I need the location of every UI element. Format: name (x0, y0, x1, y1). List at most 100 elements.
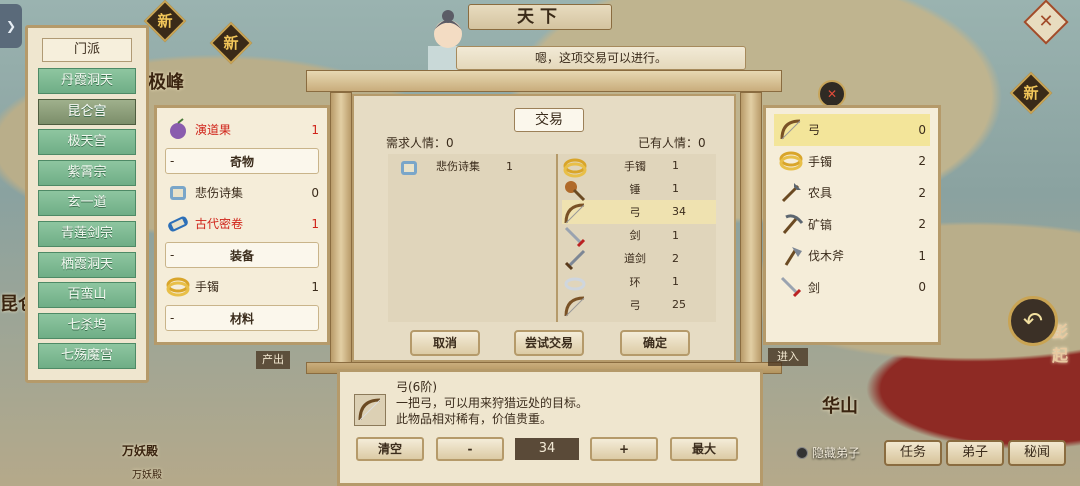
inventory-item[interactable]: 演道果 1 (165, 114, 319, 145)
secret-button[interactable]: 秘闻 (1008, 440, 1066, 466)
item-count: 1 (311, 216, 319, 231)
map-label-wanyao[interactable]: 万妖殿 (122, 442, 158, 459)
sect-item[interactable]: 七杀坞 (38, 312, 136, 339)
inventory-category-header[interactable]: - 材料 (165, 305, 319, 331)
item-name: 弓 (629, 205, 641, 219)
map-label-peak[interactable]: 极峰 (148, 68, 184, 94)
item-name: 伐木斧 (808, 249, 845, 264)
item-name: 悲伤诗集 (195, 186, 244, 200)
inventory-item[interactable]: 农具 2 (774, 177, 930, 209)
confirm-button[interactable]: 确定 (620, 330, 690, 356)
inventory-item[interactable]: 矿镐 2 (774, 209, 930, 241)
bracelet-icon (562, 155, 587, 178)
item-name: 剑 (808, 280, 821, 295)
inventory-item[interactable]: 古代密卷 1 (165, 208, 319, 239)
collapse-icon: - (170, 311, 175, 325)
inventory-category-header[interactable]: - 装备 (165, 242, 319, 268)
want-item[interactable]: 剑1 (562, 224, 716, 248)
ancient-scroll-icon (165, 211, 191, 237)
quantity-field[interactable]: 34 (515, 438, 579, 460)
inventory-item[interactable]: 手镯 2 (774, 146, 930, 178)
item-count: 2 (918, 217, 926, 232)
want-list: 手镯 1 锤 1 弓 34 剑 1 道剑 2 环 1 弓 25 (556, 154, 716, 322)
sect-item[interactable]: 七殇魔宫 (38, 343, 136, 370)
increase-button[interactable]: + (590, 437, 658, 461)
want-item[interactable]: 手镯 1 (562, 154, 716, 178)
item-count: 0 (918, 280, 926, 295)
bow-icon (354, 394, 386, 426)
item-name: 弓(6阶) (396, 380, 437, 394)
sect-item[interactable]: 丹霞洞天 (38, 68, 136, 94)
scroll-icon (396, 155, 420, 177)
toggle-indicator (796, 446, 808, 459)
inventory-item[interactable]: 弓0 (774, 114, 930, 146)
sect-item[interactable]: 青莲剑宗 (38, 220, 136, 247)
sect-item[interactable]: 栖霞洞天 (38, 251, 136, 278)
try-trade-button[interactable]: 尝试交易 (514, 330, 584, 356)
sect-item[interactable]: 玄一道 (38, 190, 136, 217)
item-count: 34 (672, 205, 686, 219)
want-item[interactable]: 弓 25 (562, 293, 716, 317)
disciple-button[interactable]: 弟子 (946, 440, 1004, 466)
sect-item[interactable]: 极天宫 (38, 129, 136, 156)
item-count: 1 (311, 279, 319, 294)
offer-item[interactable]: 悲伤诗集 1 (388, 154, 556, 178)
owned-favor-label: 已有人情：0 (638, 136, 706, 150)
output-label[interactable]: 产出 (256, 351, 290, 369)
bow-icon (562, 201, 586, 224)
map-label-wanyao-sub: 万妖殿 (132, 470, 162, 481)
item-name: 锤 (629, 182, 641, 196)
farm-tool-icon (778, 180, 804, 206)
map-close-icon[interactable]: ✕ (818, 80, 846, 108)
sect-item[interactable]: 紫霄宗 (38, 159, 136, 186)
inventory-item[interactable]: 手镯 1 (165, 271, 319, 302)
task-button[interactable]: 任务 (884, 440, 942, 466)
item-name: 手镯 (195, 280, 220, 294)
sidebar-toggle[interactable]: ❯ (0, 4, 22, 48)
item-count: 1 (672, 182, 679, 196)
want-item[interactable]: 环1 (562, 270, 716, 293)
sect-list-header: 门派 (42, 38, 132, 62)
item-count: 1 (672, 228, 679, 242)
required-favor-label: 需求人情：0 (386, 136, 454, 150)
item-rarity-note: 此物品相对稀有，价值贵重。 (396, 412, 553, 426)
inventory-item[interactable]: 剑0 (774, 272, 930, 304)
hide-disciple-toggle[interactable]: 隐藏弟子 (796, 444, 860, 461)
item-count: 1 (918, 248, 926, 263)
want-item[interactable]: 弓 34 (562, 200, 716, 224)
item-count: 1 (311, 122, 319, 137)
inventory-item[interactable]: 伐木斧 1 (774, 240, 930, 272)
back-button[interactable]: ↶ (1008, 296, 1058, 346)
want-item[interactable]: 道剑 2 (562, 247, 716, 271)
cancel-button[interactable]: 取消 (410, 330, 480, 356)
item-count: 2 (918, 185, 926, 200)
clear-button[interactable]: 清空 (356, 437, 424, 461)
item-count: 25 (672, 298, 686, 312)
hammer-icon (562, 178, 586, 201)
max-button[interactable]: 最大 (670, 437, 738, 461)
trade-panel: 交易 需求人情：0 已有人情：0 悲伤诗集 1 手镯 1 锤 1 弓 34 剑 1 道剑 2 环 1 弓 2… (352, 94, 736, 362)
npc-inventory-panel[interactable]: 弓 0 手镯 2 农具 2 矿镐 2 伐木斧 1 剑 0 (763, 105, 941, 345)
inventory-item[interactable]: 悲伤诗集 0 (165, 177, 319, 208)
map-label-huashan[interactable]: 华山 (822, 392, 858, 418)
want-item[interactable]: 锤1 (562, 177, 716, 201)
bracelet-icon (778, 148, 804, 174)
item-name: 手镯 (808, 154, 833, 169)
enter-button[interactable]: 进入 (768, 348, 808, 366)
offer-list: 悲伤诗集 1 (388, 154, 556, 322)
item-name: 农具 (808, 186, 833, 201)
player-inventory-panel[interactable]: 演道果 1 - 奇物悲伤诗集 0 古代密卷 1 - 装备手镯 1 - 材料 (154, 105, 330, 345)
sect-item[interactable]: 百蛮山 (38, 282, 136, 309)
decrease-button[interactable]: - (436, 437, 504, 461)
sect-item[interactable]: 昆仑宫 (38, 98, 136, 125)
trade-title: 交易 (514, 108, 584, 132)
trade-frame-top (306, 70, 782, 92)
pickaxe-icon (778, 211, 804, 237)
item-name: 剑 (629, 229, 641, 243)
item-name: 弓 (629, 298, 641, 312)
item-name: 环 (629, 275, 641, 289)
scroll-icon (165, 180, 191, 206)
inventory-category-header[interactable]: - 奇物 (165, 148, 319, 174)
axe-icon (778, 243, 804, 269)
bow-icon (562, 294, 586, 317)
